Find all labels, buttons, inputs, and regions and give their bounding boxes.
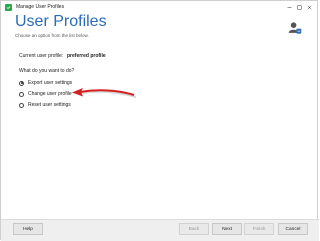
manage-user-profiles-window: Manage User Profiles User Profiles Choos… xyxy=(0,0,319,241)
help-button[interactable]: Help xyxy=(13,223,43,235)
window-title: Manage User Profiles xyxy=(16,4,65,10)
maximize-button[interactable] xyxy=(294,2,304,12)
option-reset-user-settings[interactable]: Reset user settings xyxy=(19,102,71,108)
maximize-icon xyxy=(297,5,301,9)
page-subtitle: Choose an option from the list below. xyxy=(15,33,89,38)
app-icon xyxy=(5,3,12,11)
question-label: What do you want to do? xyxy=(19,68,75,74)
current-profile-value: preferred profile xyxy=(67,53,106,59)
radio-button[interactable] xyxy=(19,102,24,108)
close-button[interactable] xyxy=(304,2,314,12)
close-icon xyxy=(307,5,311,9)
option-export-user-settings[interactable]: Export user settings xyxy=(19,80,72,86)
window-controls xyxy=(284,1,314,13)
next-button[interactable]: Next xyxy=(212,223,242,235)
radio-button-selected[interactable] xyxy=(19,80,24,86)
radio-button[interactable] xyxy=(19,91,24,97)
option-label: Reset user settings xyxy=(28,102,71,108)
cancel-button[interactable]: Cancel xyxy=(278,223,308,235)
option-label: Export user settings xyxy=(28,80,73,86)
option-change-user-profile[interactable]: Change user profile xyxy=(19,91,72,97)
minimize-button[interactable] xyxy=(284,2,294,12)
user-settings-icon xyxy=(288,22,302,34)
finish-button[interactable]: Finish xyxy=(244,223,274,235)
page-title: User Profiles xyxy=(15,13,107,30)
option-label: Change user profile xyxy=(28,91,72,97)
back-button[interactable]: Back xyxy=(179,223,209,235)
minimize-icon xyxy=(287,6,291,8)
red-arrow-icon xyxy=(72,88,137,99)
title-bar[interactable]: Manage User Profiles xyxy=(1,1,317,13)
current-profile-label: Current user profile: xyxy=(19,53,64,59)
